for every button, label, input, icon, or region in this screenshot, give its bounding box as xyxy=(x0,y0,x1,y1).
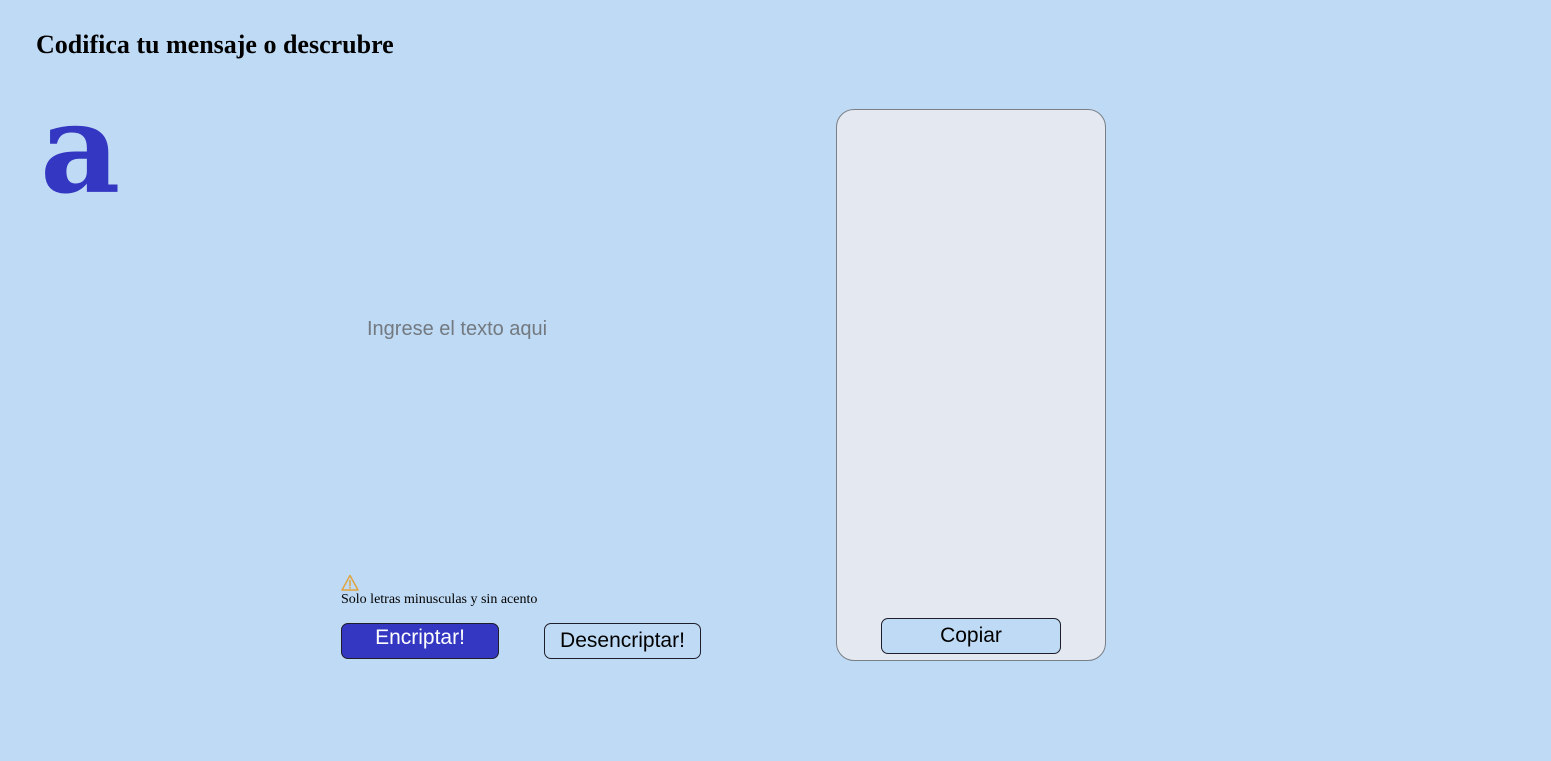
page: Codifica tu mensaje o descrubre a Solo l… xyxy=(0,0,1551,761)
hint-text: Solo letras minusculas y sin acento xyxy=(341,592,538,607)
page-title: Codifica tu mensaje o descrubre xyxy=(36,30,394,59)
decrypt-button[interactable]: Desencriptar! xyxy=(544,623,701,659)
output-panel: Copiar xyxy=(836,109,1106,661)
warning-icon xyxy=(341,574,359,592)
message-input[interactable] xyxy=(341,110,811,550)
copy-button[interactable]: Copiar xyxy=(881,618,1061,654)
encrypt-button[interactable]: Encriptar! xyxy=(341,623,499,659)
logo: a xyxy=(40,77,121,222)
